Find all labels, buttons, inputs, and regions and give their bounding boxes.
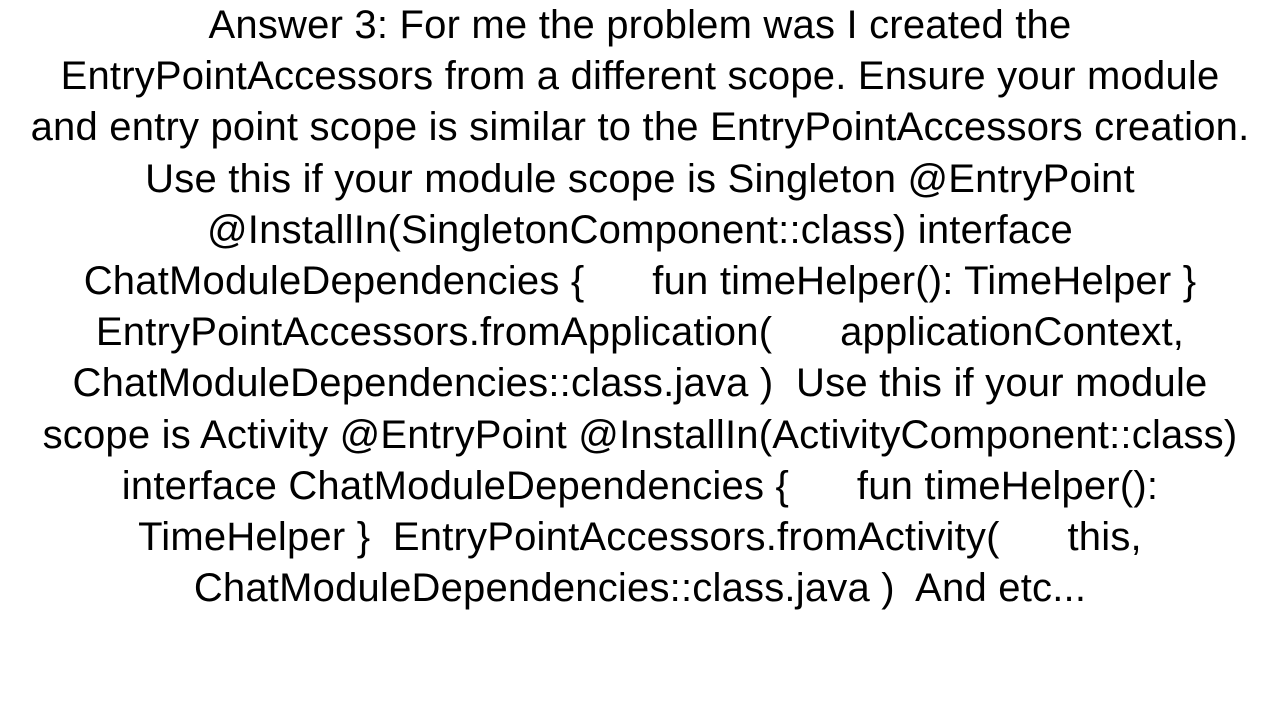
answer-text-block: Answer 3: For me the problem was I creat… (20, 0, 1260, 614)
